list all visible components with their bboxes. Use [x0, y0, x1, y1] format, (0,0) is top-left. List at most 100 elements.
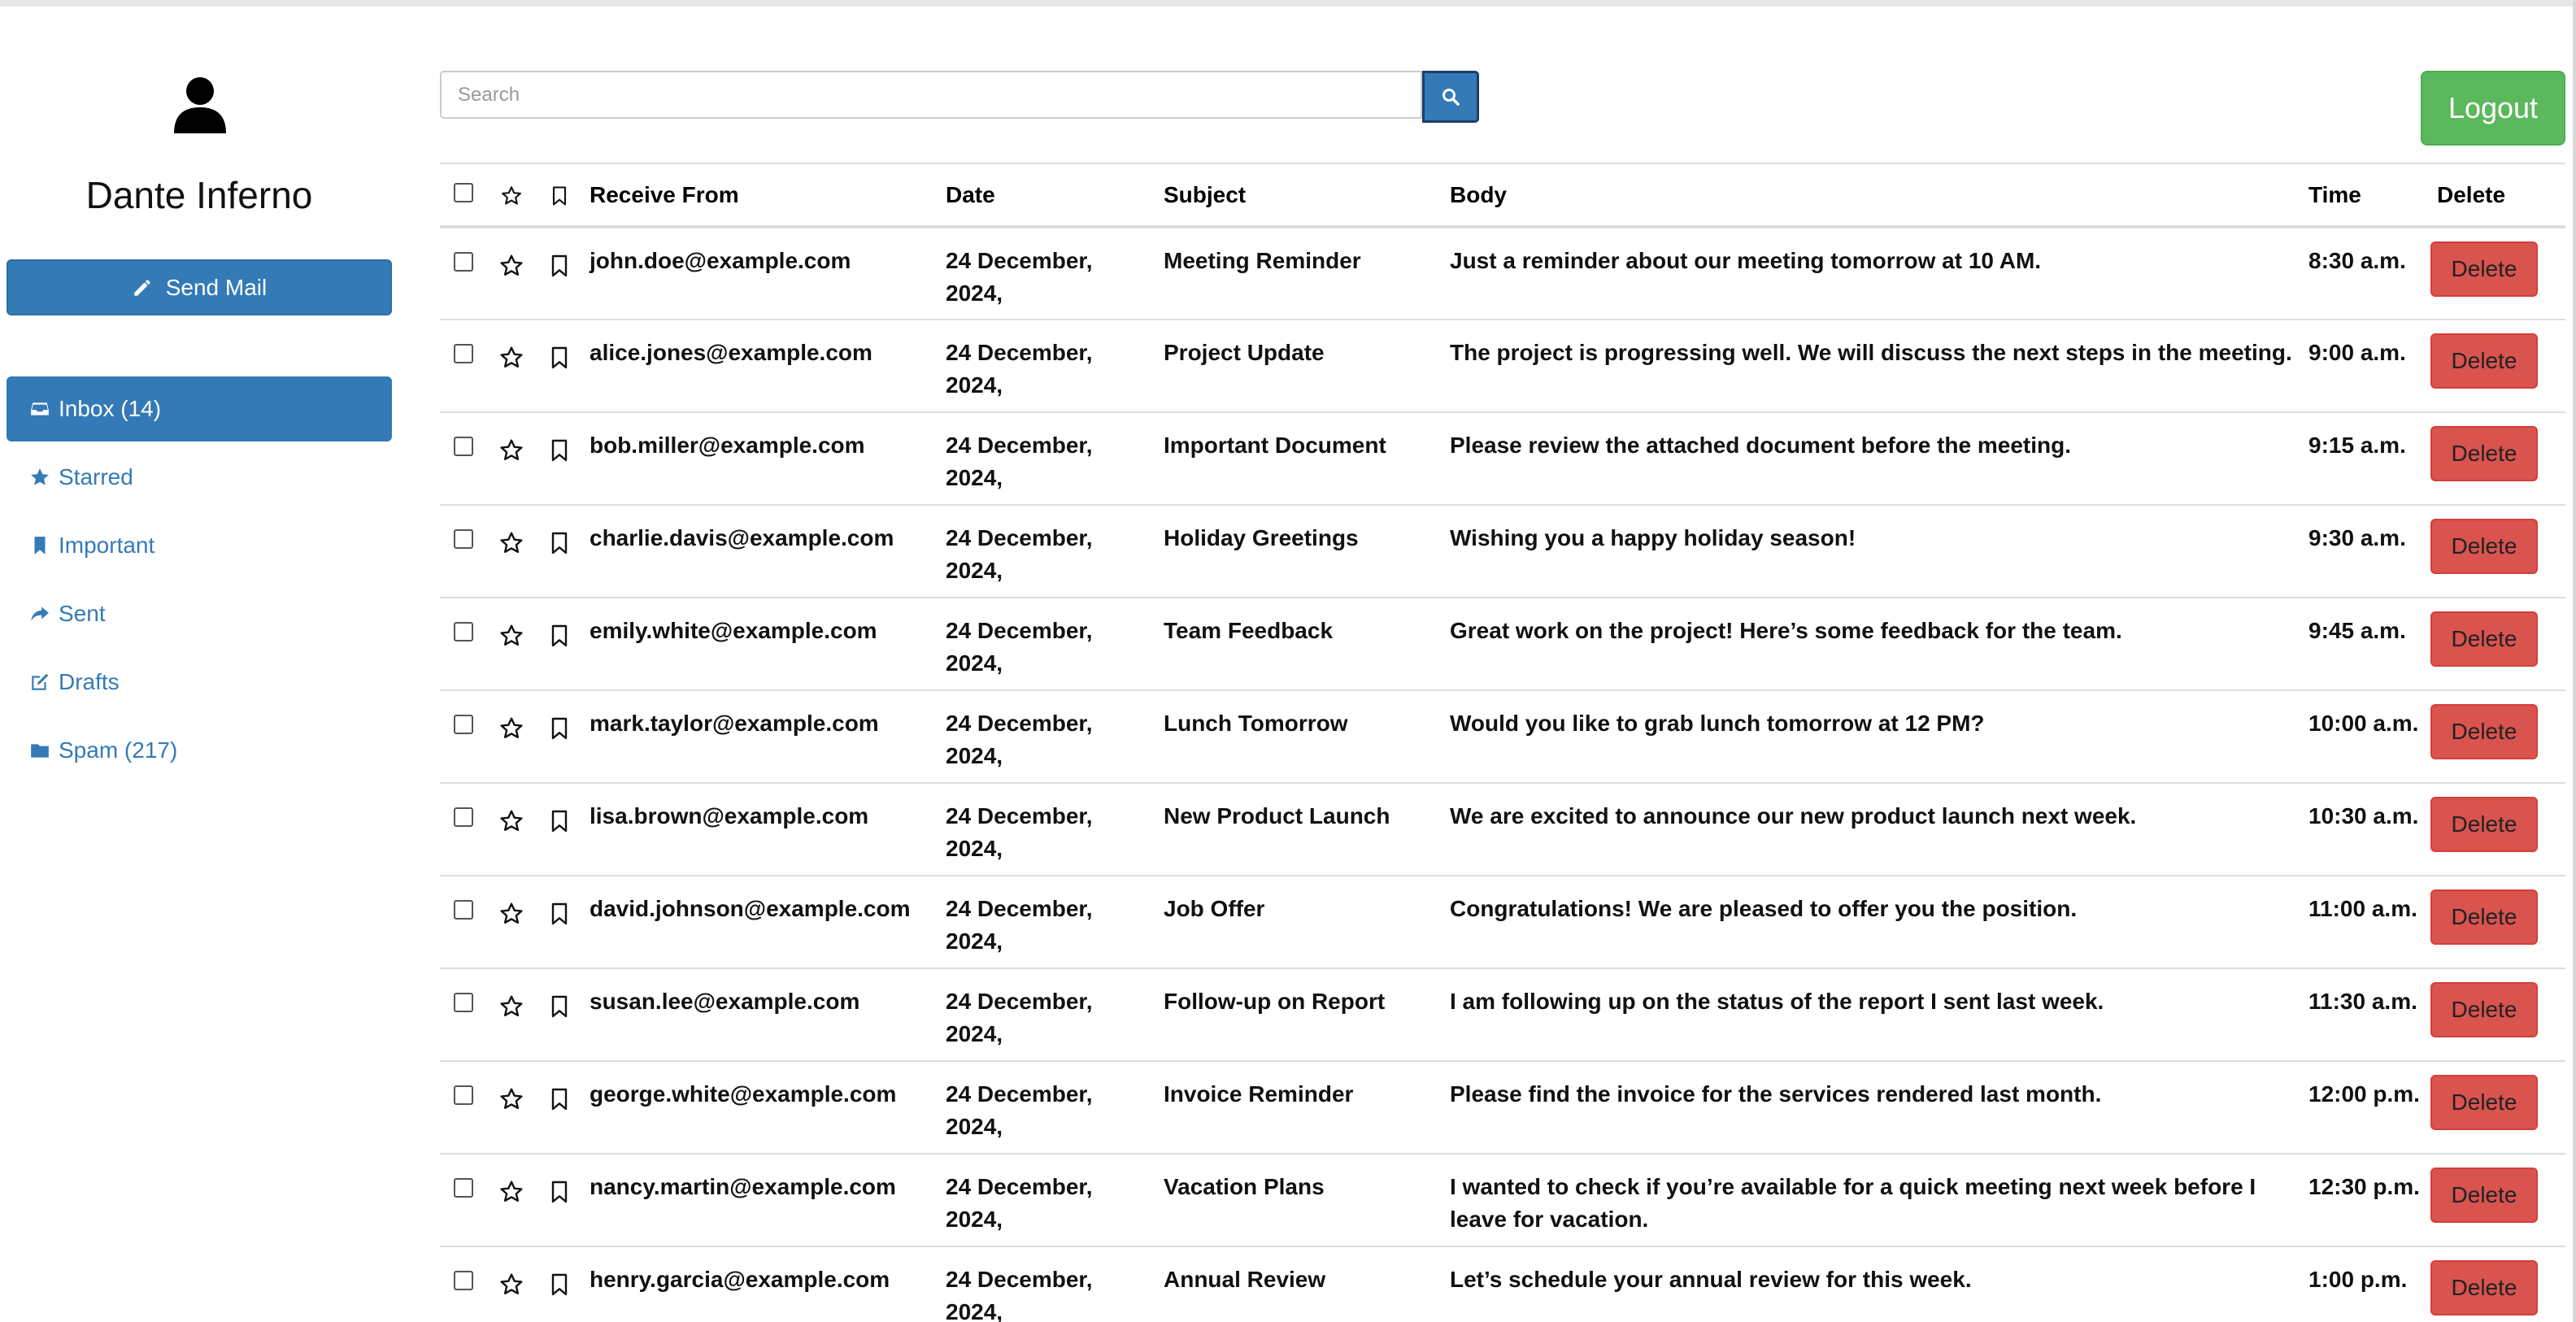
mail-time: 12:00 p.m. — [2308, 1081, 2420, 1107]
delete-button[interactable]: Delete — [2430, 982, 2538, 1037]
mail-subject: Holiday Greetings — [1164, 525, 1359, 550]
row-checkbox[interactable] — [454, 900, 473, 920]
mail-time: 11:00 a.m. — [2308, 896, 2417, 921]
star-outline-icon[interactable] — [498, 1179, 524, 1205]
column-header: Time — [2308, 181, 2361, 207]
row-bookmark-cell — [536, 320, 583, 412]
star-outline-icon[interactable] — [498, 715, 524, 741]
row-checkbox[interactable] — [454, 437, 473, 456]
delete-cell: Delete — [2430, 505, 2565, 598]
star-outline-icon[interactable] — [498, 530, 524, 556]
bookmark-outline-icon[interactable] — [546, 1179, 572, 1205]
row-checkbox[interactable] — [454, 344, 473, 363]
delete-button[interactable]: Delete — [2430, 704, 2538, 759]
delete-button[interactable]: Delete — [2430, 519, 2538, 574]
bookmark-outline-icon[interactable] — [546, 253, 572, 279]
sidebar-item-drafts[interactable]: Drafts — [7, 650, 392, 715]
row-checkbox[interactable] — [454, 1271, 473, 1290]
sidebar-item-spam[interactable]: Spam (217) — [7, 718, 392, 783]
table-row[interactable]: alice.jones@example.com 24 December, 2024… — [440, 320, 2565, 412]
row-star-cell — [487, 505, 536, 598]
star-outline-icon[interactable] — [498, 345, 524, 371]
logout-button[interactable]: Logout — [2421, 71, 2565, 146]
star-outline-icon[interactable] — [498, 437, 524, 463]
bookmark-outline-icon[interactable] — [546, 901, 572, 927]
table-row[interactable]: david.johnson@example.com 24 December, 20… — [440, 876, 2565, 968]
scrollbar-edge[interactable] — [2573, 0, 2576, 1322]
bookmark-outline-icon[interactable] — [546, 345, 572, 371]
row-checkbox[interactable] — [454, 715, 473, 734]
row-select-cell — [440, 412, 487, 505]
star-outline-icon[interactable] — [498, 901, 524, 927]
sidebar-item-sent[interactable]: Sent — [7, 581, 392, 646]
row-checkbox[interactable] — [454, 622, 473, 641]
bookmark-outline-icon[interactable] — [546, 530, 572, 556]
table-row[interactable]: bob.miller@example.com 24 December, 2024,… — [440, 412, 2565, 505]
header-select-all — [440, 163, 487, 227]
sidebar-item-label: Spam (217) — [59, 737, 178, 763]
row-checkbox[interactable] — [454, 252, 473, 272]
search-button[interactable] — [1422, 71, 1479, 123]
delete-button[interactable]: Delete — [2430, 1168, 2538, 1223]
bookmark-outline-icon[interactable] — [546, 437, 572, 463]
delete-button[interactable]: Delete — [2430, 241, 2538, 297]
table-row[interactable]: emily.white@example.com 24 December, 2024… — [440, 598, 2565, 690]
bookmark-outline-icon[interactable] — [546, 715, 572, 741]
delete-button[interactable]: Delete — [2430, 333, 2538, 389]
search-input[interactable] — [440, 71, 1422, 119]
delete-button[interactable]: Delete — [2430, 1260, 2538, 1315]
sidebar-item-inbox[interactable]: Inbox (14) — [7, 376, 392, 441]
delete-button[interactable]: Delete — [2430, 426, 2538, 481]
row-checkbox[interactable] — [454, 529, 473, 549]
row-bookmark-cell — [536, 598, 583, 690]
bookmark-outline-icon[interactable] — [546, 1272, 572, 1298]
bookmark-outline-icon[interactable] — [546, 808, 572, 834]
star-outline-icon[interactable] — [498, 808, 524, 834]
send-mail-button[interactable]: Send Mail — [7, 259, 392, 315]
row-checkbox[interactable] — [454, 807, 473, 827]
header-bookmark — [536, 163, 583, 227]
bookmark-outline-icon[interactable] — [548, 185, 571, 207]
delete-cell: Delete — [2430, 412, 2565, 505]
table-row[interactable]: lisa.brown@example.com 24 December, 2024,… — [440, 783, 2565, 876]
row-bookmark-cell — [536, 1154, 583, 1246]
star-outline-icon[interactable] — [498, 623, 524, 649]
delete-button[interactable]: Delete — [2430, 797, 2538, 852]
table-row[interactable]: george.white@example.com 24 December, 202… — [440, 1061, 2565, 1154]
sidebar-item-label: Starred — [59, 464, 133, 489]
column-header: Date — [946, 181, 995, 207]
sidebar-item-starred[interactable]: Starred — [7, 445, 392, 510]
table-row[interactable]: henry.garcia@example.com 24 December, 202… — [440, 1246, 2565, 1322]
row-bookmark-cell — [536, 1246, 583, 1322]
bookmark-outline-icon[interactable] — [546, 1086, 572, 1112]
mail-time: 9:45 a.m. — [2308, 618, 2406, 643]
row-checkbox[interactable] — [454, 993, 473, 1012]
sender-email: nancy.martin@example.com — [590, 1174, 896, 1199]
row-star-cell — [487, 598, 536, 690]
row-select-cell — [440, 1246, 487, 1322]
sidebar-item-important[interactable]: Important — [7, 513, 392, 578]
row-checkbox[interactable] — [454, 1085, 473, 1105]
star-outline-icon[interactable] — [498, 1086, 524, 1112]
table-row[interactable]: charlie.davis@example.com 24 December, 20… — [440, 505, 2565, 598]
star-outline-icon[interactable] — [498, 994, 524, 1020]
star-outline-icon[interactable] — [498, 253, 524, 279]
mail-subject: Annual Review — [1164, 1267, 1326, 1292]
row-bookmark-cell — [536, 690, 583, 783]
select-all-checkbox[interactable] — [454, 182, 473, 202]
star-outline-icon[interactable] — [500, 185, 523, 207]
delete-button[interactable]: Delete — [2430, 1075, 2538, 1130]
bookmark-outline-icon[interactable] — [546, 623, 572, 649]
table-row[interactable]: john.doe@example.com 24 December, 2024, Me… — [440, 227, 2565, 320]
table-row[interactable]: susan.lee@example.com 24 December, 2024, F… — [440, 968, 2565, 1061]
bookmark-outline-icon[interactable] — [546, 994, 572, 1020]
mail-subject: Important Document — [1164, 433, 1386, 458]
row-checkbox[interactable] — [454, 1178, 473, 1198]
star-outline-icon[interactable] — [498, 1272, 524, 1298]
table-row[interactable]: nancy.martin@example.com 24 December, 202… — [440, 1154, 2565, 1246]
table-row[interactable]: mark.taylor@example.com 24 December, 2024… — [440, 690, 2565, 783]
delete-cell: Delete — [2430, 1154, 2565, 1246]
delete-button[interactable]: Delete — [2430, 889, 2538, 945]
row-bookmark-cell — [536, 412, 583, 505]
delete-button[interactable]: Delete — [2430, 611, 2538, 667]
